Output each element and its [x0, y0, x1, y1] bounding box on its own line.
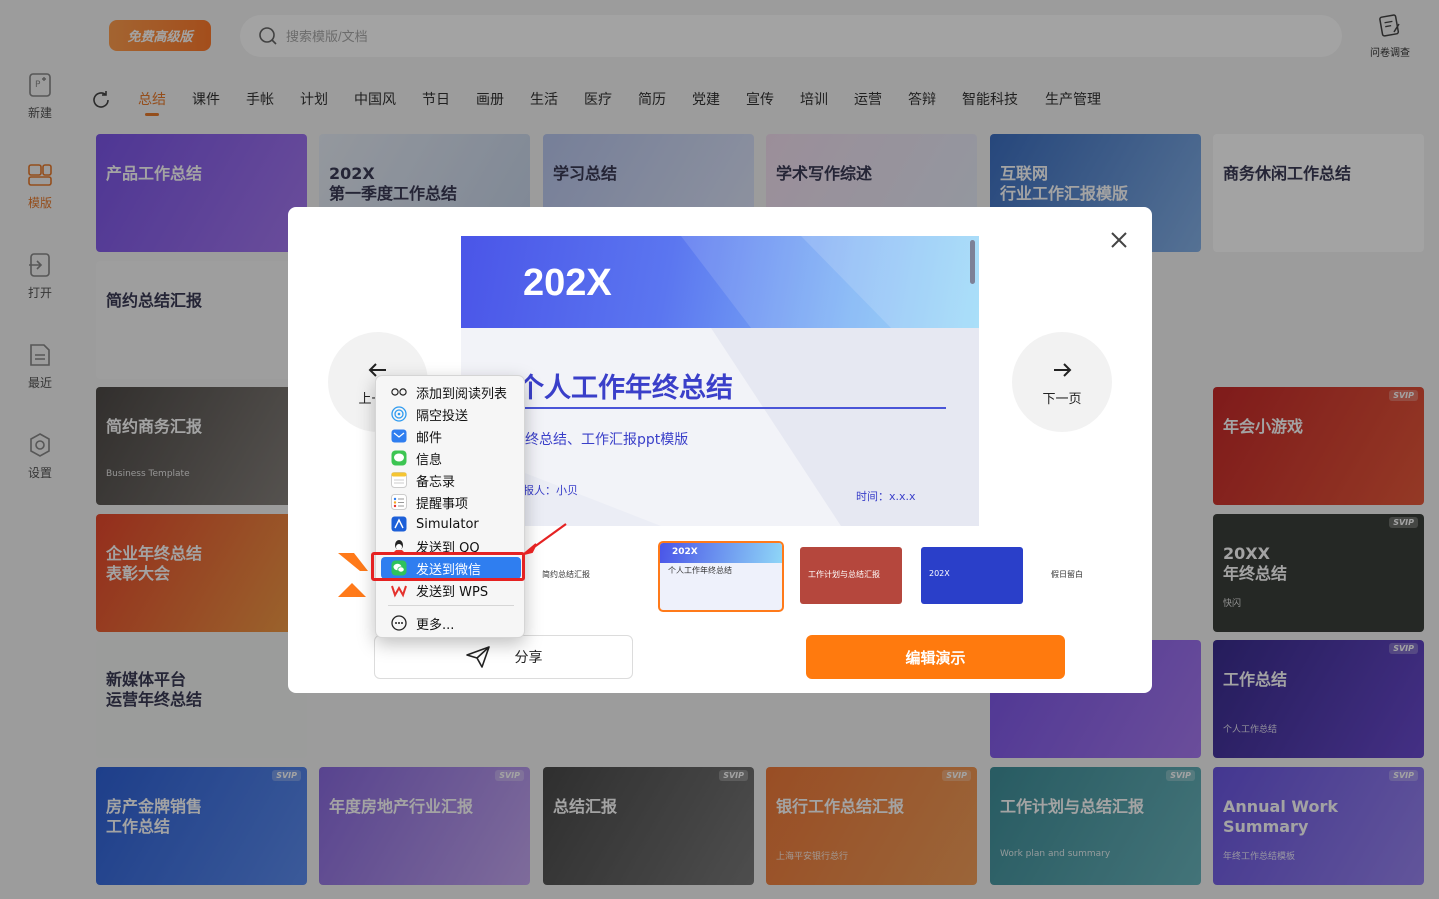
menu-item-simulator[interactable]: Simulator	[381, 513, 521, 535]
menu-item-mail[interactable]: 邮件	[381, 425, 521, 447]
preview-reporter: 报人：小贝	[523, 484, 578, 497]
thumbnail-label: 工作计划与总结汇报	[808, 570, 880, 579]
mail-icon	[391, 428, 407, 444]
menu-item-more[interactable]: 更多...	[381, 612, 521, 634]
messages-icon	[391, 450, 407, 466]
menu-item-label: 邮件	[416, 430, 443, 446]
menu-item-messages[interactable]: 信息	[381, 447, 521, 469]
airdrop-icon	[391, 406, 407, 422]
thumbnail-year: 202X	[672, 547, 698, 557]
menu-item-label: 发送到 WPS	[416, 584, 489, 600]
share-label: 分享	[514, 650, 543, 666]
slide-thumbnail[interactable]: 202X	[921, 547, 1023, 604]
share-button[interactable]: 分享	[374, 635, 633, 679]
close-icon[interactable]	[1108, 229, 1130, 251]
preview-divider	[517, 407, 946, 409]
menu-item-label: Simulator	[416, 516, 479, 532]
edit-presentation-button[interactable]: 编辑演示	[806, 635, 1065, 679]
more-icon	[391, 615, 407, 631]
thumbnail-label: 简约总结汇报	[542, 570, 590, 579]
banner-decoration	[681, 236, 979, 328]
preview-scrollbar[interactable]	[970, 240, 975, 284]
menu-separator	[388, 605, 514, 606]
preview-year: 202X	[523, 262, 612, 304]
share-context-menu: 添加到阅读列表 隔空投送 邮件 信息 备忘录 提醒事项 Simulator 发送到 QQ 发送到…	[375, 375, 525, 638]
simulator-icon	[391, 516, 407, 532]
slide-thumbnail[interactable]: 个人工作年终总结 202X	[658, 541, 784, 612]
menu-item-label: 添加到阅读列表	[416, 386, 508, 402]
send-icon	[465, 646, 490, 668]
menu-item-label: 备忘录	[416, 474, 456, 490]
menu-item-label: 信息	[416, 452, 443, 468]
arrow-right-icon	[1054, 362, 1072, 377]
notes-icon	[391, 472, 407, 488]
next-page-label: 下一页	[1042, 391, 1082, 407]
wps-icon	[391, 582, 407, 598]
preview-time: 时间：x.x.x	[856, 490, 916, 503]
preview-title: 个人工作年终总结	[517, 373, 733, 404]
menu-item-reminders[interactable]: 提醒事项	[381, 491, 521, 513]
preview-subtitle: 终总结、工作汇报ppt模版	[525, 432, 689, 448]
reading-list-icon	[391, 384, 407, 400]
reminders-icon	[391, 494, 407, 510]
menu-item-airdrop[interactable]: 隔空投送	[381, 403, 521, 425]
menu-item-wps[interactable]: 发送到 WPS	[381, 579, 521, 601]
thumbnail-label: 202X	[929, 569, 950, 578]
menu-item-reading-list[interactable]: 添加到阅读列表	[381, 381, 521, 403]
menu-item-label: 隔空投送	[416, 408, 469, 424]
slide-thumbnail[interactable]: 假日留白	[1043, 547, 1145, 604]
menu-item-label: 更多...	[416, 617, 455, 633]
next-page-button[interactable]: 下一页	[1012, 332, 1112, 432]
thumbnail-label: 个人工作年终总结	[668, 566, 732, 575]
menu-item-notes[interactable]: 备忘录	[381, 469, 521, 491]
slide-preview: 202X 个人工作年终总结 终总结、工作汇报ppt模版 报人：小贝 时间：x.x…	[461, 236, 979, 526]
thumbnail-label: 假日留白	[1051, 570, 1083, 579]
annotation-highlight-box	[371, 552, 525, 581]
annotation-arrow-icon	[523, 523, 567, 555]
slide-thumbnail[interactable]: 工作计划与总结汇报	[800, 547, 902, 604]
menu-item-label: 提醒事项	[416, 496, 469, 512]
